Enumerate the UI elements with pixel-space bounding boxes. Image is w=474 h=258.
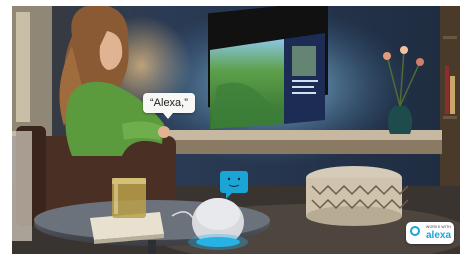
living-room-scene — [12, 6, 460, 254]
image-frame: “Alexa,” WORKS WITH alexa — [0, 0, 474, 258]
patterned-pouf — [306, 166, 409, 226]
alexa-ring-icon — [410, 226, 420, 236]
living-room-photo: “Alexa,” — [12, 6, 460, 254]
works-with-alexa-badge: WORKS WITH alexa — [406, 222, 454, 244]
speech-bubble: “Alexa,” — [143, 93, 195, 119]
badge-small-text: WORKS WITH — [426, 225, 452, 229]
television — [208, 6, 328, 129]
speech-bubble-text: “Alexa,” — [150, 97, 188, 109]
badge-brand-text: alexa — [426, 230, 452, 241]
window-pane — [16, 12, 30, 122]
drink-glass — [112, 178, 146, 218]
